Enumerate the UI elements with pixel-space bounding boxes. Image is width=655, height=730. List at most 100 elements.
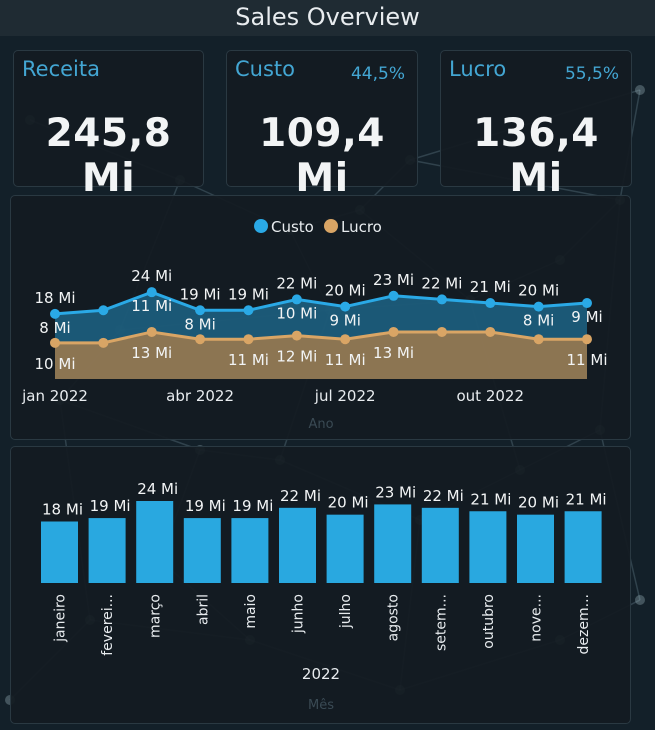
custo-data-label: 24 Mi	[131, 267, 172, 285]
lucro-point[interactable]	[340, 334, 351, 345]
band-data-label: 8 Mi	[184, 315, 215, 333]
category-label: dezem...	[576, 594, 592, 654]
custo-data-label: 23 Mi	[373, 271, 414, 289]
lucro-point[interactable]	[485, 326, 496, 337]
legend-marker-lucro	[324, 219, 338, 233]
network-node	[635, 595, 645, 605]
category-label: nove...	[529, 594, 545, 642]
x-axis-title: Mês	[308, 698, 334, 713]
lucro-point[interactable]	[195, 334, 206, 345]
custo-point[interactable]	[291, 294, 302, 305]
kpi-value-custo: 109,4 Mi	[259, 111, 385, 201]
category-label: julho	[338, 594, 354, 629]
lucro-data-label: 12 Mi	[276, 348, 317, 366]
custo-point[interactable]	[485, 298, 496, 309]
bar[interactable]	[469, 511, 507, 583]
bar[interactable]	[374, 504, 412, 583]
category-label: janeiro	[53, 594, 69, 643]
kpi-label-custo: Custo	[235, 57, 295, 81]
lucro-point[interactable]	[436, 326, 447, 337]
custo-data-label: 20 Mi	[325, 282, 366, 300]
band-data-label: 9 Mi	[329, 312, 360, 330]
kpi-pct-custo: 44,5%	[350, 64, 405, 84]
custo-data-label: 20 Mi	[518, 282, 559, 300]
kpi-card-receita[interactable]: Receita 245,8 Mi	[13, 50, 204, 201]
custo-point[interactable]	[98, 305, 109, 316]
kpi-label-lucro: Lucro	[449, 57, 507, 81]
band-data-label: 10 Mi	[276, 304, 317, 322]
lucro-point[interactable]	[291, 330, 302, 341]
chart-legend: Custo Lucro	[254, 218, 382, 236]
custo-point[interactable]	[436, 294, 447, 305]
lucro-data-label: 13 Mi	[131, 344, 172, 362]
x-axis-title: Ano	[308, 417, 333, 432]
lucro-data-label: 10 Mi	[35, 355, 76, 373]
legend-label-lucro: Lucro	[341, 218, 382, 236]
category-label: março	[148, 594, 164, 638]
year-group-label: 2022	[302, 665, 340, 683]
bar[interactable]	[326, 514, 364, 583]
bar-chart-card[interactable]: 18 Mi janeiro 19 Mi feverei... 24 Mi março 19 …	[10, 446, 631, 724]
page-title: Sales Overview	[0, 0, 655, 36]
category-label: feverei...	[100, 594, 116, 656]
custo-data-label: 18 Mi	[35, 289, 76, 307]
bar[interactable]	[517, 514, 554, 583]
category-label: setem...	[433, 594, 449, 651]
lucro-point[interactable]	[146, 326, 157, 337]
legend-marker-custo	[254, 219, 268, 233]
category-label: abril	[195, 594, 211, 625]
bar-value-label: 19 Mi	[185, 497, 226, 515]
network-node	[635, 85, 645, 95]
band-data-label: 11 Mi	[131, 297, 172, 315]
line-chart-card[interactable]: Custo Lucro 18 Mi 24 Mi 19 Mi 19 Mi 22 Mi 20 Mi…	[10, 195, 631, 440]
lucro-point[interactable]	[533, 334, 544, 345]
lucro-point[interactable]	[388, 326, 399, 337]
bar[interactable]	[88, 518, 126, 583]
band-data-label: 8 Mi	[39, 319, 70, 337]
lucro-data-label: 11 Mi	[228, 351, 269, 369]
lucro-point[interactable]	[582, 334, 592, 345]
band-data-label: 8 Mi	[523, 312, 554, 330]
x-tick-label: abr 2022	[166, 387, 234, 405]
custo-lucro-area-chart[interactable]: Custo Lucro 18 Mi 24 Mi 19 Mi 19 Mi 22 Mi 20 Mi…	[11, 196, 630, 439]
kpi-label-receita: Receita	[22, 57, 100, 81]
custo-point[interactable]	[340, 301, 351, 312]
bar-value-label: 21 Mi	[566, 490, 607, 508]
bar-value-label: 23 Mi	[375, 483, 416, 501]
category-label: agosto	[386, 594, 402, 641]
custo-point[interactable]	[243, 305, 254, 316]
custo-point[interactable]	[195, 305, 206, 316]
bar[interactable]	[183, 518, 221, 583]
kpi-card-custo[interactable]: Custo 44,5% 109,4 Mi	[226, 50, 418, 201]
bar[interactable]	[564, 511, 602, 583]
category-label: junho	[291, 594, 307, 634]
x-tick-label: out 2022	[457, 387, 525, 405]
bar-value-label: 22 Mi	[280, 487, 321, 505]
lucro-data-label: 11 Mi	[567, 351, 608, 369]
lucro-point[interactable]	[243, 334, 254, 345]
bar[interactable]	[231, 518, 269, 583]
bar[interactable]	[421, 507, 459, 583]
custo-point[interactable]	[533, 301, 544, 312]
custo-point[interactable]	[50, 308, 60, 319]
bar[interactable]	[41, 521, 78, 584]
custo-point[interactable]	[146, 287, 157, 298]
custo-data-label: 22 Mi	[421, 274, 462, 292]
bar-value-label: 20 Mi	[518, 494, 559, 512]
custo-data-label: 19 Mi	[228, 285, 269, 303]
custo-point[interactable]	[582, 298, 592, 309]
bar[interactable]	[279, 507, 316, 583]
bar-value-label: 21 Mi	[470, 490, 511, 508]
kpi-pct-lucro: 55,5%	[564, 64, 619, 84]
custo-point[interactable]	[388, 290, 399, 301]
lucro-point[interactable]	[50, 337, 60, 348]
monthly-bar-chart[interactable]: 18 Mi janeiro 19 Mi feverei... 24 Mi março 19 …	[11, 447, 630, 723]
x-tick-label: jul 2022	[314, 387, 376, 405]
bar-value-label: 19 Mi	[90, 497, 131, 515]
x-tick-label: jan 2022	[21, 387, 88, 405]
band-data-label: 9 Mi	[571, 308, 602, 326]
lucro-point[interactable]	[98, 337, 109, 348]
bar[interactable]	[136, 501, 174, 583]
kpi-card-lucro[interactable]: Lucro 55,5% 136,4 Mi	[440, 50, 632, 201]
bar-value-label: 24 Mi	[137, 480, 178, 498]
